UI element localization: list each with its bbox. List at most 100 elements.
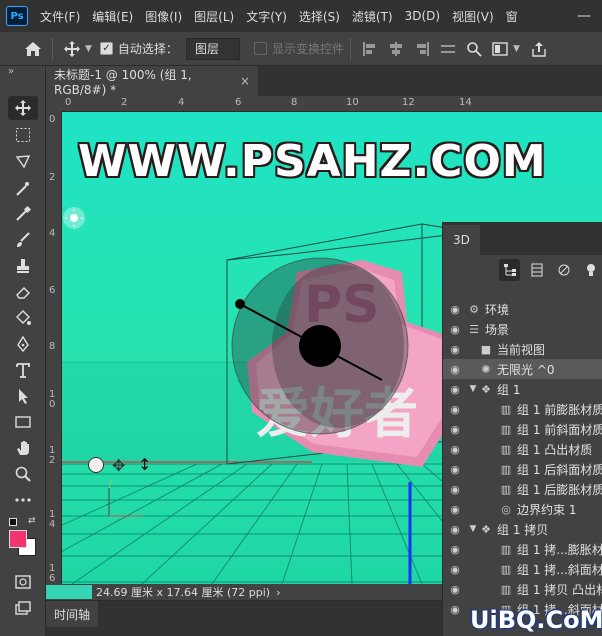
document-tab[interactable]: 未标题-1 @ 100% (组 1, RGB/8#) * × <box>46 66 258 97</box>
quick-select-tool-icon[interactable] <box>8 176 38 200</box>
scene-tree-row[interactable]: ◉ ▥ 组 1 拷贝 凸出材 <box>443 579 602 599</box>
menu-file[interactable]: 文件(F) <box>34 8 86 25</box>
scene-tree-row[interactable]: ◉ ☰ 场景 <box>443 319 602 339</box>
whole-scene-icon[interactable] <box>499 259 521 281</box>
hand-tool-icon[interactable] <box>8 436 38 460</box>
scene-tree-label: 组 1 拷...膨胀材 <box>517 542 602 557</box>
default-colors-icon[interactable] <box>9 518 17 526</box>
visibility-eye-icon[interactable]: ◉ <box>447 483 463 496</box>
path-select-tool-icon[interactable] <box>8 384 38 408</box>
visibility-eye-icon[interactable]: ◉ <box>447 503 463 516</box>
scene-tree-row[interactable]: ◉ ▥ 组 1 后膨胀材质 <box>443 479 602 499</box>
visibility-eye-icon[interactable]: ◉ <box>447 403 463 416</box>
orbit-3d-camera-icon[interactable] <box>88 457 104 473</box>
scene-tree-label: 环境 <box>485 302 510 317</box>
fill-tool-icon[interactable] <box>8 306 38 330</box>
close-tab-icon[interactable]: × <box>240 74 250 88</box>
chevron-down-icon[interactable]: ▼ <box>513 44 520 54</box>
lights-icon[interactable] <box>581 259 602 281</box>
type-tool-icon[interactable] <box>8 358 38 382</box>
pen-tool-icon[interactable] <box>8 332 38 356</box>
menu-layer[interactable]: 图层(L) <box>188 8 240 25</box>
scene-tree-row[interactable]: ◉ ✺ 无限光 ^0 <box>443 359 602 379</box>
scene-tree-row[interactable]: ◉ ▼ ❖ 组 1 拷贝 <box>443 519 602 539</box>
expand-chevron-icon[interactable]: ▼ <box>467 524 479 534</box>
scene-tree-row[interactable]: ◉ ▼ ❖ 组 1 <box>443 379 602 399</box>
menu-type[interactable]: 文字(Y) <box>240 8 293 25</box>
visibility-eye-icon[interactable]: ◉ <box>447 523 463 536</box>
menu-window[interactable]: 窗 <box>500 8 524 25</box>
menu-image[interactable]: 图像(I) <box>139 8 188 25</box>
visibility-eye-icon[interactable]: ◉ <box>447 443 463 456</box>
brush-tool-icon[interactable] <box>8 228 38 252</box>
scene-tree-row[interactable]: ◉ ⚙ 环境 <box>443 299 602 319</box>
show-transform-checkbox[interactable] <box>253 42 267 55</box>
menu-3d[interactable]: 3D(D) <box>399 9 446 23</box>
dolly-3d-camera-icon[interactable]: ↕ <box>138 455 151 474</box>
status-menu-arrow-icon[interactable]: › <box>276 586 280 599</box>
vertical-ruler[interactable]: 0 2 4 6 8 1 0 1 2 1 4 1 6 <box>46 112 62 584</box>
lasso-tool-icon[interactable] <box>8 150 38 174</box>
photoshop-logo[interactable]: Ps <box>6 6 28 26</box>
align-left-icon[interactable] <box>357 36 383 62</box>
scene-tree-row[interactable]: ◉ ▥ 组 1 凸出材质 <box>443 439 602 459</box>
align-right-icon[interactable] <box>409 36 435 62</box>
visibility-eye-icon[interactable]: ◉ <box>447 343 463 356</box>
search-icon[interactable] <box>461 36 487 62</box>
horizontal-ruler[interactable]: 0 2 4 6 8 10 12 14 <box>62 96 602 112</box>
minimize-button[interactable]: — <box>566 0 602 32</box>
pan-3d-camera-icon[interactable]: ✥ <box>112 456 125 475</box>
foreground-color-swatch[interactable] <box>9 530 27 548</box>
timeline-tab[interactable]: 时间轴 <box>46 601 99 627</box>
chevron-down-icon[interactable]: ▼ <box>85 44 92 54</box>
visibility-eye-icon[interactable]: ◉ <box>447 583 463 596</box>
eraser-tool-icon[interactable] <box>8 280 38 304</box>
visibility-eye-icon[interactable]: ◉ <box>447 543 463 556</box>
visibility-eye-icon[interactable]: ◉ <box>447 423 463 436</box>
scene-tree-row[interactable]: ◉ ◎ 边界约束 1 <box>443 499 602 519</box>
distribute-icon[interactable] <box>435 36 461 62</box>
zoom-tool-icon[interactable] <box>8 462 38 486</box>
scene-tree-row[interactable]: ◉ ■ 当前视图 <box>443 339 602 359</box>
screen-mode-icon[interactable] <box>8 596 38 620</box>
menu-filter[interactable]: 滤镜(T) <box>346 8 399 25</box>
scene-tree-row[interactable]: ◉ ▥ 组 1 拷...膨胀材 <box>443 539 602 559</box>
menu-edit[interactable]: 编辑(E) <box>86 8 139 25</box>
marquee-tool-icon[interactable] <box>8 123 38 147</box>
stamp-tool-icon[interactable] <box>8 254 38 278</box>
materials-icon[interactable] <box>554 259 575 281</box>
rectangle-tool-icon[interactable] <box>8 410 38 434</box>
visibility-eye-icon[interactable]: ◉ <box>447 363 463 376</box>
scene-tree-row[interactable]: ◉ ▥ 组 1 前膨胀材质 <box>443 399 602 419</box>
move-tool-icon[interactable] <box>8 96 38 120</box>
menu-select[interactable]: 选择(S) <box>293 8 346 25</box>
3d-panel-tab[interactable]: 3D <box>443 225 480 255</box>
visibility-eye-icon[interactable]: ◉ <box>447 563 463 576</box>
menu-view[interactable]: 视图(V) <box>446 8 500 25</box>
scene-tree-label: 组 1 前膨胀材质 <box>517 402 602 417</box>
swap-colors-icon[interactable]: ⇄ <box>28 516 36 526</box>
align-center-icon[interactable] <box>383 36 409 62</box>
auto-select-checkbox[interactable]: ✓ <box>99 42 113 55</box>
meshes-icon[interactable] <box>526 259 547 281</box>
toolbox-collapse-icon[interactable]: » <box>8 66 14 77</box>
eyedropper-tool-icon[interactable] <box>8 202 38 226</box>
workspace-icon[interactable] <box>487 36 513 62</box>
scene-tree-row[interactable]: ◉ ▥ 组 1 后斜面材质 <box>443 459 602 479</box>
layer-select-dropdown[interactable]: 图层 <box>185 37 240 60</box>
visibility-eye-icon[interactable]: ◉ <box>447 323 463 336</box>
home-icon[interactable] <box>20 36 46 62</box>
quick-mask-icon[interactable] <box>8 570 38 594</box>
visibility-eye-icon[interactable]: ◉ <box>447 603 463 616</box>
move-tool-icon[interactable] <box>59 36 85 62</box>
share-icon[interactable] <box>526 36 552 62</box>
scene-tree-row[interactable]: ◉ ▥ 组 1 前斜面材质 <box>443 419 602 439</box>
expand-chevron-icon[interactable]: ▼ <box>467 384 479 394</box>
zoom-level-field[interactable] <box>46 585 92 599</box>
visibility-eye-icon[interactable]: ◉ <box>447 463 463 476</box>
visibility-eye-icon[interactable]: ◉ <box>447 383 463 396</box>
visibility-eye-icon[interactable]: ◉ <box>447 303 463 316</box>
scene-tree-row[interactable]: ◉ ▥ 组 1 拷...斜面材 <box>443 559 602 579</box>
3d-panel-tab-bar: 3D <box>443 223 602 255</box>
more-tools-icon[interactable] <box>8 488 38 512</box>
